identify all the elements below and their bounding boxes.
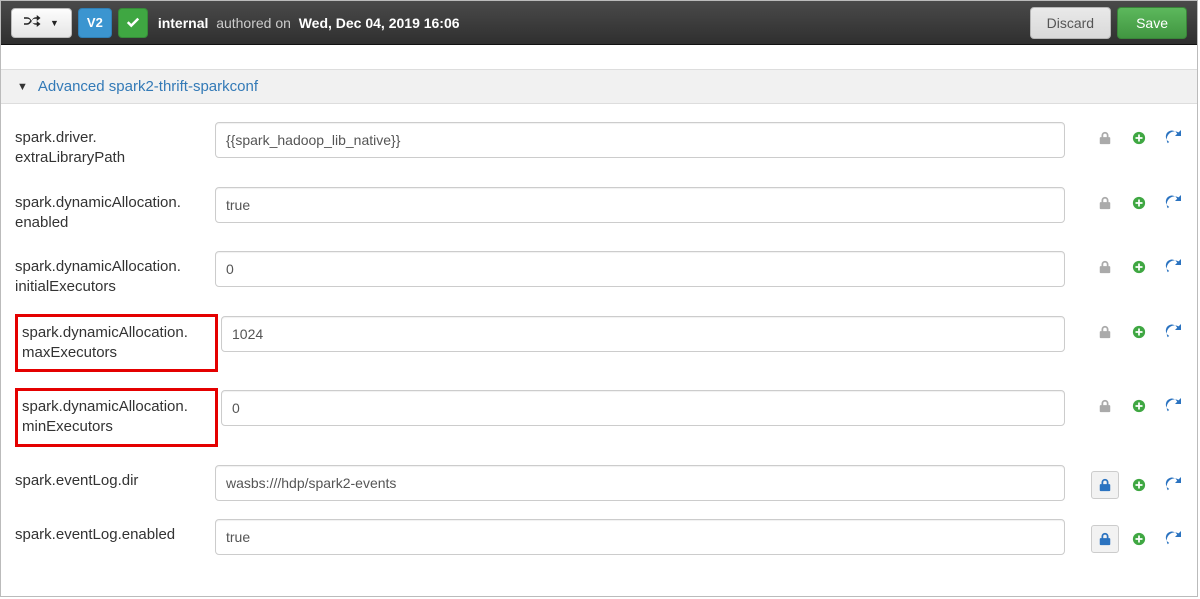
lock-icon[interactable]	[1091, 471, 1119, 499]
config-label-b: maxExecutors	[22, 344, 117, 361]
config-label: spark.dynamicAllocation. enabled	[15, 185, 215, 234]
add-icon[interactable]	[1129, 128, 1149, 148]
config-value-input[interactable]	[215, 465, 1065, 501]
lock-icon[interactable]	[1095, 193, 1115, 213]
row-actions	[1075, 388, 1193, 416]
row-actions	[1075, 517, 1193, 553]
config-row: spark.dynamicAllocation. initialExecutors	[15, 233, 1193, 298]
version-label: V2	[87, 15, 103, 30]
config-label: spark.dynamicAllocation. maxExecutors	[15, 314, 218, 373]
refresh-icon[interactable]	[1163, 396, 1183, 416]
lock-icon[interactable]	[1095, 396, 1115, 416]
config-label: spark.eventLog.dir	[15, 463, 215, 491]
config-label: spark.driver. extraLibraryPath	[15, 120, 215, 169]
config-label-b: extraLibraryPath	[15, 149, 125, 166]
config-row: spark.eventLog.dir	[15, 447, 1193, 501]
discard-button[interactable]: Discard	[1030, 7, 1111, 39]
refresh-icon[interactable]	[1163, 475, 1183, 495]
lock-icon[interactable]	[1095, 128, 1115, 148]
row-actions	[1075, 185, 1193, 213]
add-icon[interactable]	[1129, 396, 1149, 416]
refresh-icon[interactable]	[1163, 257, 1183, 277]
lock-icon[interactable]	[1091, 525, 1119, 553]
config-row: spark.driver. extraLibraryPath	[15, 104, 1193, 169]
compare-versions-button[interactable]: ▼	[11, 8, 72, 38]
config-label-b: initialExecutors	[15, 278, 116, 295]
row-actions	[1075, 249, 1193, 277]
current-version-check-button[interactable]	[118, 8, 148, 38]
config-value-input[interactable]	[215, 251, 1065, 287]
save-button[interactable]: Save	[1117, 7, 1187, 39]
config-row: spark.dynamicAllocation. minExecutors	[15, 372, 1193, 447]
collapse-caret-icon: ▼	[17, 81, 28, 93]
add-icon[interactable]	[1129, 193, 1149, 213]
config-value-input[interactable]	[215, 122, 1065, 158]
refresh-icon[interactable]	[1163, 128, 1183, 148]
add-icon[interactable]	[1129, 475, 1149, 495]
check-icon	[126, 16, 140, 30]
config-value-input[interactable]	[221, 316, 1065, 352]
config-label-b: enabled	[15, 214, 68, 231]
row-actions	[1075, 120, 1193, 148]
version-badge[interactable]: V2	[78, 8, 112, 38]
topbar: ▼ V2 internal authored on Wed, Dec 04, 2…	[1, 1, 1197, 45]
config-label: spark.dynamicAllocation. initialExecutors	[15, 249, 215, 298]
config-value-input[interactable]	[215, 519, 1065, 555]
config-value-input[interactable]	[215, 187, 1065, 223]
config-label-a: spark.dynamicAllocation.	[15, 194, 181, 211]
config-row: spark.eventLog.enabled	[15, 501, 1193, 555]
section-title: Advanced spark2-thrift-sparkconf	[38, 78, 258, 95]
add-icon[interactable]	[1129, 322, 1149, 342]
caret-down-icon: ▼	[50, 18, 59, 28]
config-row: spark.dynamicAllocation. maxExecutors	[15, 298, 1193, 373]
config-label-b: minExecutors	[22, 418, 113, 435]
lock-icon[interactable]	[1095, 257, 1115, 277]
config-value-input[interactable]	[221, 390, 1065, 426]
lock-icon[interactable]	[1095, 322, 1115, 342]
section-header[interactable]: ▼ Advanced spark2-thrift-sparkconf	[1, 69, 1197, 104]
refresh-icon[interactable]	[1163, 193, 1183, 213]
config-rows: spark.driver. extraLibraryPath spark.dynam…	[1, 104, 1197, 555]
shuffle-icon	[24, 14, 42, 32]
config-label-a: spark.eventLog.dir	[15, 472, 138, 489]
add-icon[interactable]	[1129, 257, 1149, 277]
config-label: spark.dynamicAllocation. minExecutors	[15, 388, 218, 447]
config-label-a: spark.dynamicAllocation.	[22, 324, 188, 341]
row-actions	[1075, 314, 1193, 342]
config-label-a: spark.dynamicAllocation.	[15, 258, 181, 275]
config-label-a: spark.dynamicAllocation.	[22, 398, 188, 415]
add-icon[interactable]	[1129, 529, 1149, 549]
row-actions	[1075, 463, 1193, 499]
config-label: spark.eventLog.enabled	[15, 517, 215, 545]
refresh-icon[interactable]	[1163, 322, 1183, 342]
config-label-a: spark.driver.	[15, 129, 97, 146]
authored-by-text: internal authored on Wed, Dec 04, 2019 1…	[158, 16, 460, 30]
config-row: spark.dynamicAllocation. enabled	[15, 169, 1193, 234]
config-label-a: spark.eventLog.enabled	[15, 526, 175, 543]
refresh-icon[interactable]	[1163, 529, 1183, 549]
